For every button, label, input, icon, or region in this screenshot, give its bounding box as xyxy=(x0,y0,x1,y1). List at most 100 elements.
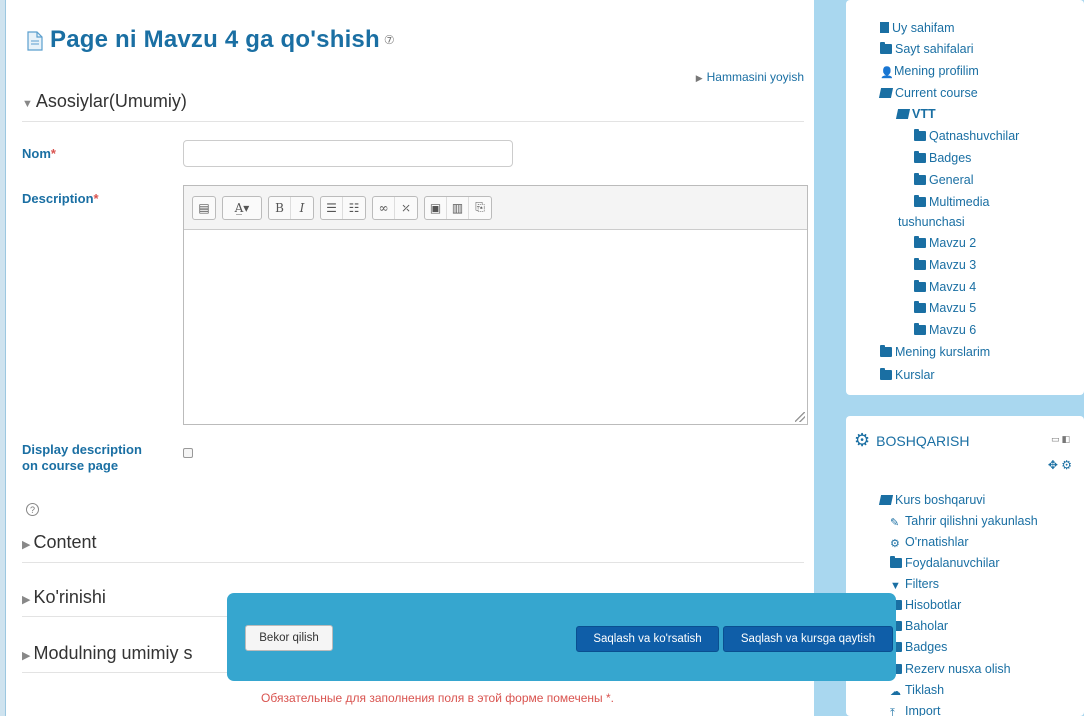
admin-label[interactable]: Kurs boshqaruvi xyxy=(895,493,985,507)
nav-item-mavzu-5[interactable]: Mavzu 5 xyxy=(914,300,976,316)
nav-item-general[interactable]: General xyxy=(914,172,973,188)
nav-item-mavzu-6[interactable]: Mavzu 6 xyxy=(914,322,976,338)
nav-item-home[interactable]: Uy sahifam xyxy=(880,20,955,36)
nav-label[interactable]: Uy sahifam xyxy=(892,21,955,35)
admin-label[interactable]: Tiklash xyxy=(905,683,944,697)
expand-all-label[interactable]: Hammasini yoyish xyxy=(707,70,804,84)
bold-icon[interactable]: B xyxy=(269,196,291,219)
admin-label[interactable]: Baholar xyxy=(905,619,948,633)
section-content-header[interactable]: ▶ Content xyxy=(22,532,97,553)
nav-item-mavzu-4[interactable]: Mavzu 4 xyxy=(914,279,976,295)
admin-item-grades[interactable]: Baholar xyxy=(890,618,948,634)
nav-label[interactable]: Mening profilim xyxy=(894,64,979,78)
unlink-icon[interactable]: ⤫ xyxy=(395,197,417,219)
nav-label[interactable]: Multimedia xyxy=(929,195,989,209)
upload-icon: ☁ xyxy=(890,686,901,698)
expand-triangle-icon: ▶ xyxy=(22,539,31,551)
nav-label[interactable]: General xyxy=(929,173,973,187)
files-icon[interactable]: ⎘ xyxy=(469,197,491,219)
save-and-return-button[interactable]: Saqlash va kursga qaytish xyxy=(723,626,893,652)
nav-item-courses[interactable]: Kurslar xyxy=(880,367,935,383)
cancel-button[interactable]: Bekor qilish xyxy=(245,625,333,651)
name-field-label: Nom* xyxy=(22,146,56,161)
help-icon[interactable]: ? xyxy=(26,503,39,516)
nav-label[interactable]: Mavzu 3 xyxy=(929,258,976,272)
admin-label[interactable]: Rezerv nusxa olish xyxy=(905,662,1011,676)
expand-triangle-icon: ▶ xyxy=(22,594,31,606)
description-editor[interactable]: ▤ A̲▾ B I ☰ ☷ ∞ ⤫ ▣ ▥ ⎘ xyxy=(183,185,808,425)
numbered-list-icon[interactable]: ☷ xyxy=(343,197,365,219)
admin-label[interactable]: Filters xyxy=(905,577,939,591)
section-appearance-label[interactable]: Ko'rinishi xyxy=(33,587,105,607)
admin-item-restore[interactable]: ☁ Tiklash xyxy=(890,682,944,698)
bullet-list-icon[interactable]: ☰ xyxy=(321,196,343,219)
nav-item-vtt[interactable]: VTT xyxy=(895,106,936,122)
section-general-label[interactable]: Asosiylar(Umumiy) xyxy=(36,91,187,111)
nav-item-mavzu-2[interactable]: Mavzu 2 xyxy=(914,235,976,251)
editor-toolbar: ▤ A̲▾ B I ☰ ☷ ∞ ⤫ ▣ ▥ ⎘ xyxy=(184,186,807,230)
section-content-label[interactable]: Content xyxy=(33,532,96,552)
nav-label[interactable]: Mavzu 2 xyxy=(929,236,976,250)
admin-item-course-admin[interactable]: Kurs boshqaruvi xyxy=(878,492,985,508)
nav-item-site-pages[interactable]: Sayt sahifalari xyxy=(880,41,974,57)
expand-all-link[interactable]: ▶ Hammasini yoyish xyxy=(696,70,804,84)
link-icon[interactable]: ∞ xyxy=(373,196,395,219)
admin-label[interactable]: Tahrir qilishni yakunlash xyxy=(905,514,1038,528)
admin-item-filters[interactable]: ▼ Filters xyxy=(890,576,939,592)
section-common-module-header[interactable]: ▶ Modulning umimiy s xyxy=(22,643,193,664)
nav-item-mavzu-3[interactable]: Mavzu 3 xyxy=(914,257,976,273)
save-and-display-button[interactable]: Saqlash va ko'rsatish xyxy=(576,626,719,652)
expand-triangle-icon: ▶ xyxy=(22,650,31,662)
nav-item-participants[interactable]: Qatnashuvchilar xyxy=(914,128,1019,144)
nav-item-current-course[interactable]: Current course xyxy=(878,85,978,101)
page-title-text: Page ni Mavzu 4 ga qo'shish xyxy=(50,26,380,53)
display-description-checkbox[interactable] xyxy=(183,448,193,458)
nav-label[interactable]: Badges xyxy=(929,151,971,165)
editor-resize-handle[interactable] xyxy=(795,412,805,422)
admin-label[interactable]: O'rnatishlar xyxy=(905,535,969,549)
folder-icon xyxy=(914,258,926,270)
nav-label[interactable]: Kurslar xyxy=(895,368,935,382)
name-input[interactable] xyxy=(183,140,513,167)
section-appearance-header[interactable]: ▶ Ko'rinishi xyxy=(22,587,106,608)
page-document-icon xyxy=(26,30,44,51)
nav-item-badges[interactable]: Badges xyxy=(914,150,971,166)
nav-item-profile[interactable]: 👤Mening profilim xyxy=(880,63,979,79)
sticky-action-bar: Bekor qilish Saqlash va ko'rsatish Saqla… xyxy=(227,593,896,681)
block-dock-controls[interactable]: ▭◧ xyxy=(1051,434,1072,445)
admin-item-users[interactable]: Foydalanuvchilar xyxy=(890,555,1000,571)
nav-label[interactable]: Sayt sahifalari xyxy=(895,42,974,56)
admin-label[interactable]: Import xyxy=(905,704,940,716)
nav-label[interactable]: VTT xyxy=(912,107,936,121)
help-icon[interactable]: ⑦ xyxy=(384,33,395,47)
admin-item-backup[interactable]: Rezerv nusxa olish xyxy=(890,661,1011,677)
media-icon[interactable]: ▥ xyxy=(447,196,469,219)
description-label-text: Description xyxy=(22,191,94,206)
image-icon[interactable]: ▣ xyxy=(425,196,447,219)
nav-label[interactable]: Mavzu 5 xyxy=(929,301,976,315)
admin-label[interactable]: Foydalanuvchilar xyxy=(905,556,1000,570)
section-common-module-label[interactable]: Modulning umimiy s xyxy=(33,643,192,663)
admin-item-badges[interactable]: Badges xyxy=(890,639,947,655)
nav-label[interactable]: Mavzu 4 xyxy=(929,280,976,294)
section-general-header[interactable]: ▼ Asosiylar(Umumiy) xyxy=(22,91,187,112)
font-size-icon[interactable]: A̲▾ xyxy=(223,197,261,219)
admin-label[interactable]: Badges xyxy=(905,640,947,654)
nav-item-multimedia-cont[interactable]: tushunchasi xyxy=(898,214,965,230)
name-label-text: Nom xyxy=(22,146,51,161)
admin-item-turn-editing-off[interactable]: ✎ Tahrir qilishni yakunlash xyxy=(890,513,1038,529)
block-move-settings-icon[interactable]: ✥ ⚙ xyxy=(1048,458,1072,472)
nav-item-multimedia[interactable]: Multimedia xyxy=(914,194,989,210)
admin-item-settings[interactable]: ⚙ O'rnatishlar xyxy=(890,534,969,550)
nav-item-my-courses[interactable]: Mening kurslarim xyxy=(880,344,990,360)
nav-label[interactable]: Current course xyxy=(895,86,978,100)
nav-label[interactable]: Mavzu 6 xyxy=(929,323,976,337)
italic-icon[interactable]: I xyxy=(291,197,313,219)
admin-item-reports[interactable]: Hisobotlar xyxy=(890,597,961,613)
folder-open-icon xyxy=(878,495,894,505)
admin-item-import[interactable]: ⤒ Import xyxy=(890,703,940,716)
admin-label[interactable]: Hisobotlar xyxy=(905,598,961,612)
nav-label[interactable]: Mening kurslarim xyxy=(895,345,990,359)
toolbar-toggle-icon[interactable]: ▤ xyxy=(193,197,215,219)
nav-label[interactable]: Qatnashuvchilar xyxy=(929,129,1019,143)
